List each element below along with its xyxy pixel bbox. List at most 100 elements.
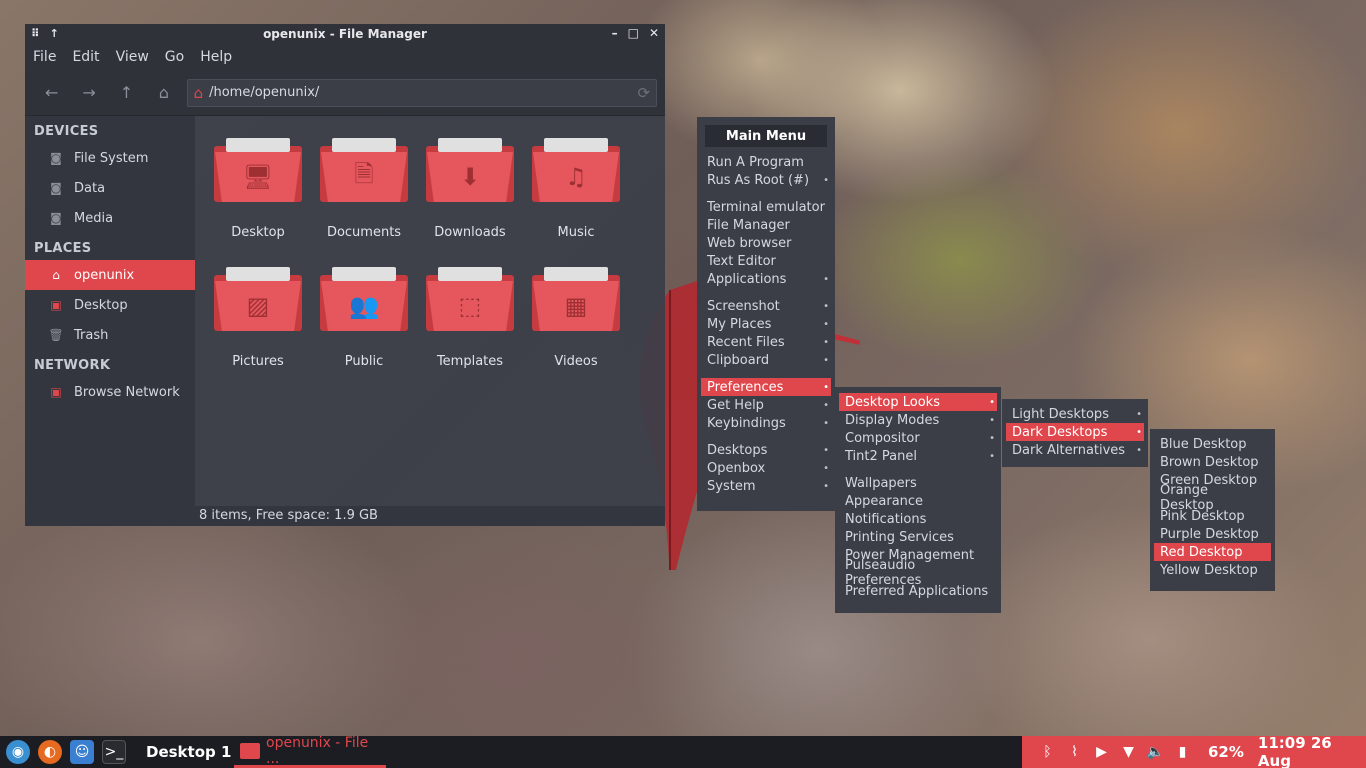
menu-item-orange-desktop[interactable]: Orange Desktop [1150,483,1275,513]
sidebar-item-trash[interactable]: 🗑 Trash [25,320,195,350]
menu-item-pink-desktop[interactable]: Pink Desktop [1150,507,1275,525]
menu-item-recent-files[interactable]: Recent Files • [697,333,835,351]
task-file-manager[interactable]: openunix - File ... [234,735,386,768]
menu-item-applications[interactable]: Applications • [697,270,835,288]
location-bar[interactable]: ⌂ /home/openunix/ ⟳ [186,78,658,107]
menu-item-openbox[interactable]: Openbox • [697,459,835,477]
forward-arrow-icon[interactable]: → [70,83,107,102]
menu-item-dark-alternatives[interactable]: Dark Alternatives • [1002,441,1148,459]
title-bar[interactable]: ⠿ ↑ openunix - File Manager – □ ✕ [25,24,665,44]
menu-item-purple-desktop[interactable]: Purple Desktop [1150,525,1275,543]
home-icon[interactable]: ⌂ [145,83,182,102]
menu-item-terminal-emulator[interactable]: Terminal emulator [697,198,835,216]
menu-item-display-modes[interactable]: Display Modes • [835,411,1001,429]
menu-edit[interactable]: Edit [72,49,99,65]
menu-item-get-help[interactable]: Get Help • [697,396,835,414]
sidebar-item-media[interactable]: ◙ Media [25,203,195,233]
window-menu-icon[interactable]: ⠿ [31,27,40,40]
close-icon[interactable]: ✕ [649,26,659,40]
volume-icon[interactable]: 🔈 [1142,744,1169,760]
image-icon: ▨ [246,292,270,320]
submenu-arrow-icon: • [823,273,829,285]
battery-icon[interactable]: ▮ [1169,744,1196,760]
bluetooth-icon[interactable]: ᛒ [1034,744,1061,760]
firefox-icon[interactable]: ◐ [38,740,62,764]
window-title: openunix - File Manager [263,27,427,41]
terminal-icon[interactable]: >_ [102,740,126,764]
menu-item-yellow-desktop[interactable]: Yellow Desktop [1150,561,1275,579]
pin-icon[interactable]: ↑ [50,27,59,40]
folder-icon [240,742,260,759]
menu-item-web-browser[interactable]: Web browser [697,234,835,252]
menu-go[interactable]: Go [165,49,184,65]
submenu-arrow-icon: • [823,354,829,366]
menu-item-my-places[interactable]: My Places • [697,315,835,333]
sidebar-item-file-system[interactable]: ◙ File System [25,143,195,173]
terminal-tray-icon[interactable]: ▶ [1088,744,1115,760]
sidebar-item-openunix[interactable]: ⌂ openunix [25,260,195,290]
menu-item-label: Brown Desktop [1160,454,1259,470]
menu-item-red-desktop[interactable]: Red Desktop [1154,543,1271,561]
desktop-icon: 🖥 [242,163,274,191]
workspace-label[interactable]: Desktop 1 [146,743,231,761]
menu-item-printing-services[interactable]: Printing Services [835,528,1001,546]
menu-launcher-icon[interactable]: ◉ [6,740,30,764]
menu-item-compositor[interactable]: Compositor • [835,429,1001,447]
menu-item-desktops[interactable]: Desktops • [697,441,835,459]
folder-item[interactable]: ♫ Music [523,138,629,240]
folder-item[interactable]: ⬚ Templates [417,267,523,369]
menu-item-blue-desktop[interactable]: Blue Desktop [1150,435,1275,453]
sidebar-item-label: Browse Network [74,384,180,400]
menu-item-screenshot[interactable]: Screenshot • [697,297,835,315]
menu-item-clipboard[interactable]: Clipboard • [697,351,835,369]
menu-item-brown-desktop[interactable]: Brown Desktop [1150,453,1275,471]
folder-item[interactable]: ⬇ Downloads [417,138,523,240]
wifi-icon[interactable]: ▼ [1115,744,1142,760]
menu-item-tint2-panel[interactable]: Tint2 Panel • [835,447,1001,465]
menu-file[interactable]: File [33,49,56,65]
menu-item-text-editor[interactable]: Text Editor [697,252,835,270]
minimize-icon[interactable]: – [612,26,618,40]
reload-icon[interactable]: ⟳ [637,84,650,102]
file-manager-icon[interactable]: ☺ [70,740,94,764]
folder-item[interactable]: ▦ Videos [523,267,629,369]
menu-item-desktop-looks[interactable]: Desktop Looks • [839,393,997,411]
folder-item[interactable]: 👥 Public [311,267,417,369]
folder-grid: 🖥 Desktop 🗎 Documents ⬇ Downloads ♫ Music ▨ Pictu… [205,138,629,369]
sidebar-item-desktop[interactable]: ▣ Desktop [25,290,195,320]
menu-separator [697,432,835,441]
folder-item[interactable]: 🗎 Documents [311,138,417,240]
menu-item-file-manager[interactable]: File Manager [697,216,835,234]
menu-item-keybindings[interactable]: Keybindings • [697,414,835,432]
clock[interactable]: 11:09 26 Aug [1258,734,1366,768]
back-arrow-icon[interactable]: ← [33,83,70,102]
menu-view[interactable]: View [116,49,149,65]
menu-item-label: Applications [707,271,787,287]
menu-item-system[interactable]: System • [697,477,835,495]
menu-item-wallpapers[interactable]: Wallpapers [835,474,1001,492]
menu-item-preferences[interactable]: Preferences • [701,378,831,396]
menu-item-pulseaudio-preferences[interactable]: Pulseaudio Preferences [835,558,1001,588]
menu-item-run-a-program[interactable]: Run A Program [697,153,835,171]
folder-item[interactable]: ▨ Pictures [205,267,311,369]
menu-item-label: Text Editor [707,253,776,269]
menu-item-label: Pink Desktop [1160,508,1245,524]
menu-item-notifications[interactable]: Notifications [835,510,1001,528]
submenu-arrow-icon: • [823,174,829,186]
menu-item-rus-as-root[interactable]: Rus As Root (#) • [697,171,835,189]
clip-icon[interactable]: ⌇ [1061,744,1088,760]
sidebar-item-browse-network[interactable]: ▣ Browse Network [25,377,195,407]
menu-help[interactable]: Help [200,49,232,65]
menu-separator [697,288,835,297]
desktop-looks-submenu: Light Desktops • Dark Desktops • Dark Altern… [1002,399,1148,467]
folder-item[interactable]: 🖥 Desktop [205,138,311,240]
sidebar-item-data[interactable]: ◙ Data [25,173,195,203]
menu-item-dark-desktops[interactable]: Dark Desktops • [1006,423,1144,441]
menu-item-light-desktops[interactable]: Light Desktops • [1002,405,1148,423]
menu-item-appearance[interactable]: Appearance [835,492,1001,510]
menu-item-label: Run A Program [707,154,804,170]
menu-item-preferred-applications[interactable]: Preferred Applications [835,582,1001,600]
maximize-icon[interactable]: □ [628,26,639,40]
battery-level: 62% [1208,743,1244,761]
up-arrow-icon[interactable]: ↑ [108,83,145,102]
